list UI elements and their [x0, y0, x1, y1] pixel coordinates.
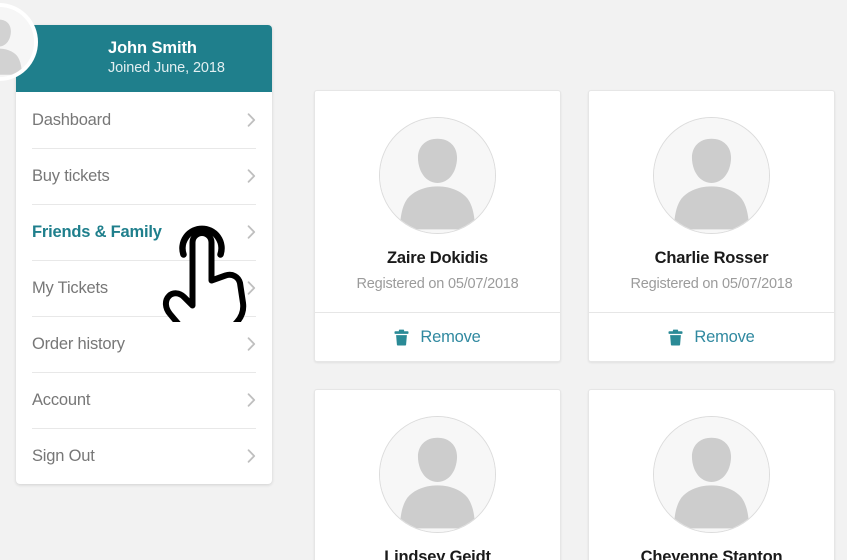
sidebar-item-order-history[interactable]: Order history — [16, 316, 272, 372]
user-placeholder-avatar — [0, 3, 38, 81]
friends-and-family-page: John Smith Joined June, 2018 Dashboard B… — [0, 0, 847, 560]
chevron-right-icon — [247, 169, 256, 183]
chevron-right-icon — [247, 449, 256, 463]
friend-name: Zaire Dokidis — [386, 249, 489, 267]
chevron-right-icon — [247, 113, 256, 127]
sidebar-menu: Dashboard Buy tickets Friends & Family M… — [16, 92, 272, 484]
user-placeholder-avatar-icon — [380, 417, 495, 533]
friend-card-body: Zaire Dokidis Registered on 05/07/2018 — [315, 91, 560, 312]
sidebar-user-header: John Smith Joined June, 2018 — [0, 3, 272, 92]
remove-friend-button[interactable]: Remove — [589, 312, 834, 361]
sidebar-item-label: Friends & Family — [32, 222, 162, 241]
sidebar-item-sign-out[interactable]: Sign Out — [16, 428, 272, 484]
sidebar-item-label: Sign Out — [32, 446, 95, 465]
sidebar-item-label: Dashboard — [32, 110, 111, 129]
user-placeholder-avatar-icon — [0, 7, 34, 77]
friends-card-grid: Zaire Dokidis Registered on 05/07/2018 R… — [314, 90, 838, 560]
user-placeholder-avatar — [653, 117, 770, 234]
friend-card-body: Charlie Rosser Registered on 05/07/2018 — [589, 91, 834, 312]
user-placeholder-avatar-icon — [654, 118, 769, 233]
friend-registered-date: Registered on 05/07/2018 — [630, 276, 793, 293]
user-name: John Smith — [108, 39, 197, 58]
friend-card[interactable]: Lindsey Geidt Registered on 05/07/2018 R… — [314, 389, 561, 560]
remove-friend-button[interactable]: Remove — [315, 312, 560, 361]
sidebar-item-friends-and-family[interactable]: Friends & Family — [16, 204, 272, 260]
sidebar-item-label: Order history — [32, 334, 125, 353]
sidebar-item-buy-tickets[interactable]: Buy tickets — [16, 148, 272, 204]
sidebar-item-dashboard[interactable]: Dashboard — [16, 92, 272, 148]
friend-card[interactable]: Charlie Rosser Registered on 05/07/2018 … — [588, 90, 835, 363]
friend-card-body: Lindsey Geidt Registered on 05/07/2018 — [315, 390, 560, 560]
chevron-right-icon — [247, 281, 256, 295]
sidebar-item-label: My Tickets — [32, 278, 108, 297]
user-placeholder-avatar — [653, 416, 770, 534]
remove-friend-label: Remove — [694, 327, 755, 346]
user-placeholder-avatar-icon — [654, 417, 769, 533]
friend-registered-date: Registered on 05/07/2018 — [356, 276, 519, 293]
sidebar-item-label: Account — [32, 390, 91, 409]
friend-name: Cheyenne Stanton — [640, 548, 783, 560]
user-joined-date: Joined June, 2018 — [108, 60, 225, 77]
friend-name: Lindsey Geidt — [384, 548, 491, 560]
friend-card[interactable]: Zaire Dokidis Registered on 05/07/2018 R… — [314, 90, 561, 363]
user-placeholder-avatar — [379, 416, 496, 534]
sidebar-item-my-tickets[interactable]: My Tickets — [16, 260, 272, 316]
remove-friend-label: Remove — [420, 327, 481, 346]
chevron-right-icon — [247, 225, 256, 239]
trash-icon — [394, 329, 409, 346]
account-sidebar: John Smith Joined June, 2018 Dashboard B… — [0, 3, 272, 484]
chevron-right-icon — [247, 337, 256, 351]
friend-card-body: Cheyenne Stanton Registered on 05/07/201… — [589, 390, 834, 560]
user-placeholder-avatar-icon — [380, 118, 495, 233]
sidebar-item-account[interactable]: Account — [16, 372, 272, 428]
sidebar-item-label: Buy tickets — [32, 166, 110, 185]
trash-icon — [668, 329, 683, 346]
user-placeholder-avatar — [379, 117, 496, 234]
friend-name: Charlie Rosser — [654, 249, 769, 267]
chevron-right-icon — [247, 393, 256, 407]
friend-card[interactable]: Cheyenne Stanton Registered on 05/07/201… — [588, 389, 835, 560]
